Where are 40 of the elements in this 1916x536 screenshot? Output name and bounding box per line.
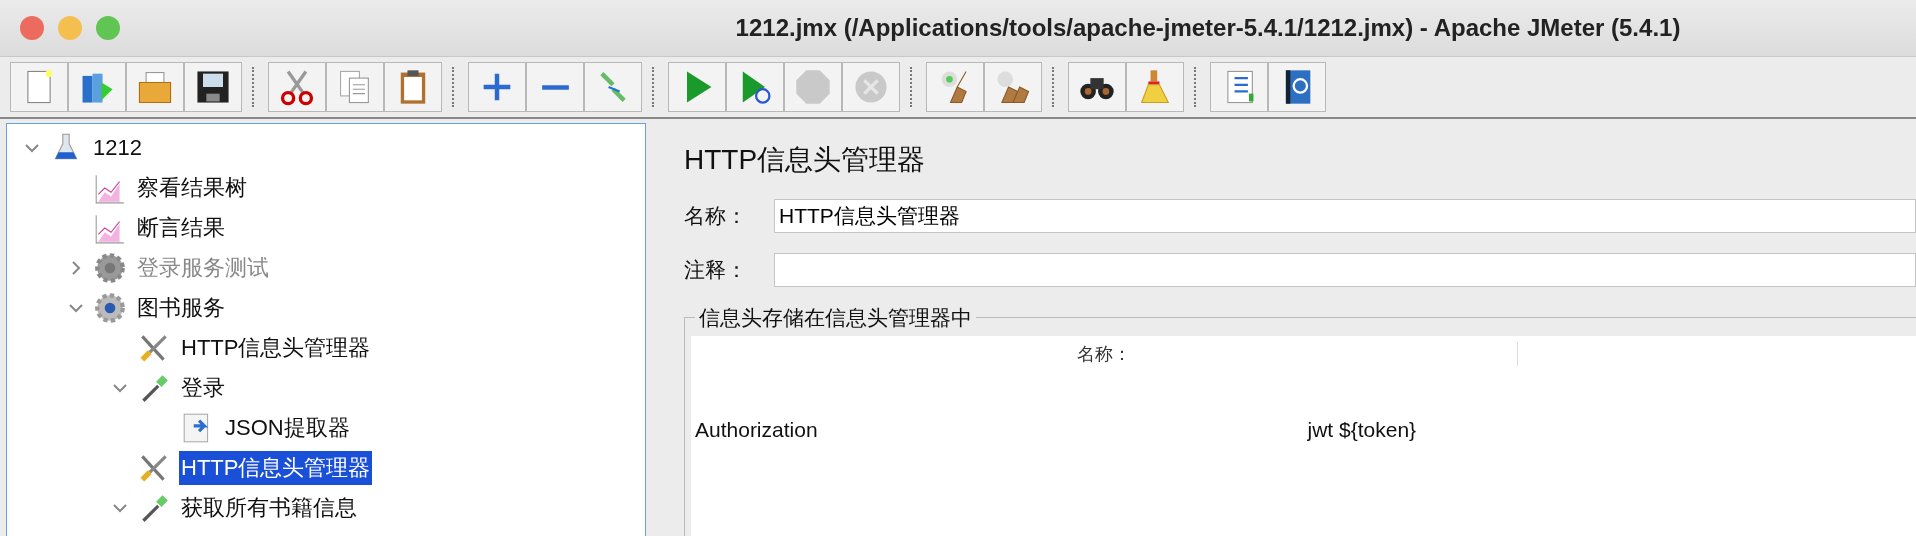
minus-icon [540,83,570,91]
tree-item[interactable]: 登录 [179,371,227,405]
panel-title: HTTP信息头管理器 [684,143,927,177]
window-title: 1212.jmx (/Applications/tools/apache-jmeter-5.4.1/1212.jmx) - Apache JMeter (5.4.1) [734,14,1682,42]
clear-button[interactable] [926,62,984,112]
copy-button[interactable] [326,62,384,112]
search-button[interactable] [1068,62,1126,112]
table-cell-text: Authorization [694,418,819,442]
gear-icon [93,291,127,325]
tree-item[interactable]: 1212 [91,133,144,163]
expand-button[interactable] [468,62,526,112]
close-button[interactable] [20,16,44,40]
clear-all-button[interactable] [984,62,1042,112]
start-button[interactable] [668,62,726,112]
tree-item[interactable]: HTTP信息头管理器 [179,331,373,365]
gear-icon [93,251,127,285]
column-header: 名称： [691,342,1518,366]
comment-field[interactable] [774,253,1916,287]
tree-item[interactable]: 察看结果树 [135,171,249,205]
open-button[interactable] [126,62,184,112]
comment-label: 注释： [684,257,748,283]
table-cell-text: jwt ${token} [1306,418,1418,442]
functions-button[interactable] [1210,62,1268,112]
tree-item[interactable]: 获取所有书籍信息 [179,491,359,525]
templates-button[interactable] [68,62,126,112]
save-button[interactable] [184,62,242,112]
cut-button[interactable] [268,62,326,112]
new-button[interactable] [10,62,68,112]
collapse-button[interactable] [526,62,584,112]
tree-item[interactable]: JSON提取器 [223,411,352,445]
name-label: 名称： [684,203,748,229]
stop-sign-icon [793,67,833,107]
name-field[interactable]: HTTP信息头管理器 [774,199,1916,233]
tree-item[interactable]: HTTP信息头管理器 [179,451,373,485]
start-no-pauses-button[interactable] [726,62,784,112]
help-button[interactable] [1268,62,1326,112]
paste-button[interactable] [384,62,442,112]
tree-item[interactable]: 断言结果 [135,211,227,245]
toggle-button[interactable] [584,62,642,112]
tree-item[interactable]: 图书服务 [135,291,227,325]
